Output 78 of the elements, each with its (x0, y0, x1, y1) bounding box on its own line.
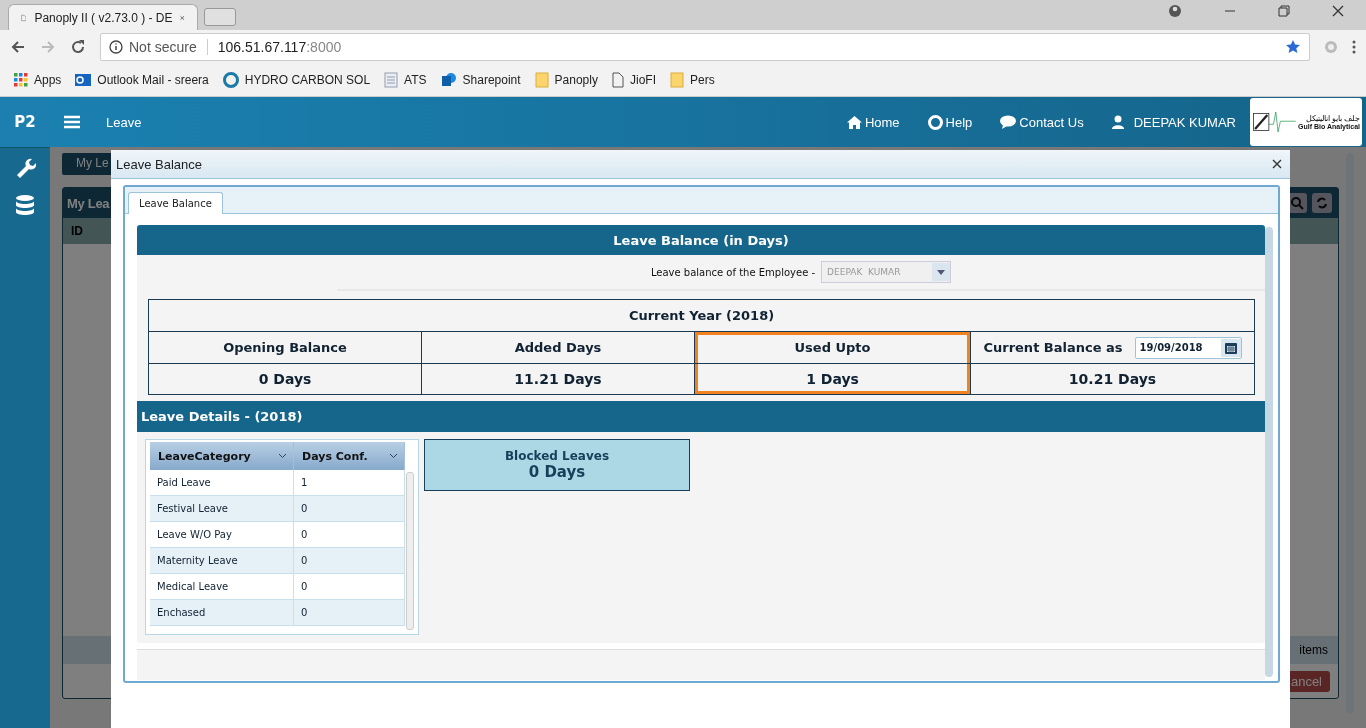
table-cell: Maternity Leave (150, 548, 294, 573)
bookmark-star-icon[interactable] (1285, 38, 1301, 55)
table-cell: Leave W/O Pay (150, 522, 294, 547)
bookmark[interactable]: Apps (14, 72, 62, 87)
lifebuoy-icon (927, 114, 943, 130)
folder-icon (534, 71, 549, 88)
database-icon[interactable] (15, 194, 35, 216)
section-header: Leave Balance (in Days) (137, 225, 1265, 255)
info-icon (109, 39, 123, 54)
ring-icon (222, 71, 239, 88)
scrollbar[interactable] (406, 472, 414, 630)
nav-link[interactable]: Home (846, 114, 900, 130)
user-icon (1111, 115, 1124, 129)
restore-icon[interactable] (1278, 5, 1290, 17)
nav-link[interactable]: Help (927, 114, 973, 130)
home-icon (846, 115, 862, 129)
apps-grid-icon (14, 72, 28, 87)
table-cell: Medical Leave (150, 574, 294, 599)
dialog-tab[interactable]: Leave Balance (128, 192, 223, 214)
scrollbar[interactable] (1265, 227, 1273, 677)
table-cell: 0 (294, 548, 405, 573)
table-heading: Current Year (2018) (149, 300, 1254, 332)
table-cell: Enchased (150, 600, 294, 625)
pager-info: items (1299, 643, 1328, 657)
bookmark[interactable]: Sharepoint (440, 71, 521, 88)
column-header: Added Days (514, 340, 602, 355)
bookmark[interactable]: Outlook Mail - sreera (75, 72, 209, 87)
address-bar[interactable]: Not secure 106.51.67.117:8000 (100, 32, 1310, 61)
caret-icon (932, 263, 951, 281)
back-icon[interactable] (10, 38, 26, 55)
url-text: 106.51.67.117:8000 (217, 38, 342, 55)
table-cell: 0 (294, 496, 405, 521)
folder-icon (670, 71, 684, 88)
close-icon[interactable] (1332, 5, 1344, 17)
page-title: Leave (106, 114, 142, 130)
table-cell: 1 Days (695, 364, 971, 394)
document-icon (384, 71, 399, 88)
table-cell-text: 10.21 Days (1067, 370, 1158, 389)
menu-icon[interactable] (64, 115, 80, 129)
table-cell: 0 (294, 600, 405, 625)
browser-tab[interactable]: Panoply II ( v2.73.0 ) - DE (8, 4, 198, 30)
table-cell: Paid Leave (150, 470, 294, 495)
app-logo[interactable]: P2 (0, 97, 50, 148)
column-header: Used Upto (794, 340, 871, 355)
security-label: Not secure (129, 38, 197, 55)
bookmark[interactable]: Pers (670, 71, 715, 88)
bookmark[interactable]: ATS (384, 71, 427, 88)
menu-icon[interactable] (1352, 39, 1356, 54)
chevron-icon (389, 453, 398, 459)
card-value: 0 Days (528, 463, 586, 481)
table-cell: 0 (294, 522, 405, 547)
column-header: Current Balance as (983, 340, 1123, 355)
chat-icon (1000, 115, 1017, 129)
table-cell: Festival Leave (150, 496, 294, 521)
chevron-icon (278, 453, 287, 459)
nav-link[interactable]: DEEPAK KUMAR (1111, 114, 1236, 130)
nav-link[interactable]: Contact Us (1000, 114, 1084, 130)
reload-icon[interactable] (70, 38, 86, 55)
page-icon (611, 71, 624, 88)
table-cell: 0 Days (149, 364, 422, 394)
bookmark[interactable]: JioFI (611, 71, 656, 88)
bookmark[interactable]: HYDRO CARBON SOL (222, 71, 371, 88)
panel-title: My Lea (67, 195, 110, 211)
employee-label: Leave balance of the Employee - (650, 266, 816, 278)
card-label: Blocked Leaves (504, 449, 610, 463)
sharepoint-icon (440, 71, 457, 88)
table-cell: 1 (294, 470, 405, 495)
date-field[interactable]: 19/09/2018 (1134, 336, 1242, 359)
calendar-icon[interactable] (1220, 338, 1241, 357)
refresh-icon[interactable] (1312, 193, 1332, 213)
table-cell: 11.21 Days (422, 364, 695, 394)
close-icon[interactable] (1272, 159, 1282, 169)
bookmark[interactable]: Panoply (534, 71, 598, 88)
profile-icon[interactable] (1168, 4, 1182, 18)
column-header: Opening Balance (223, 340, 347, 355)
table-cell: 0 (294, 574, 405, 599)
mail-icon (75, 72, 92, 87)
company-name-arabic: جلف بايو اناليتيكل (1305, 114, 1360, 123)
